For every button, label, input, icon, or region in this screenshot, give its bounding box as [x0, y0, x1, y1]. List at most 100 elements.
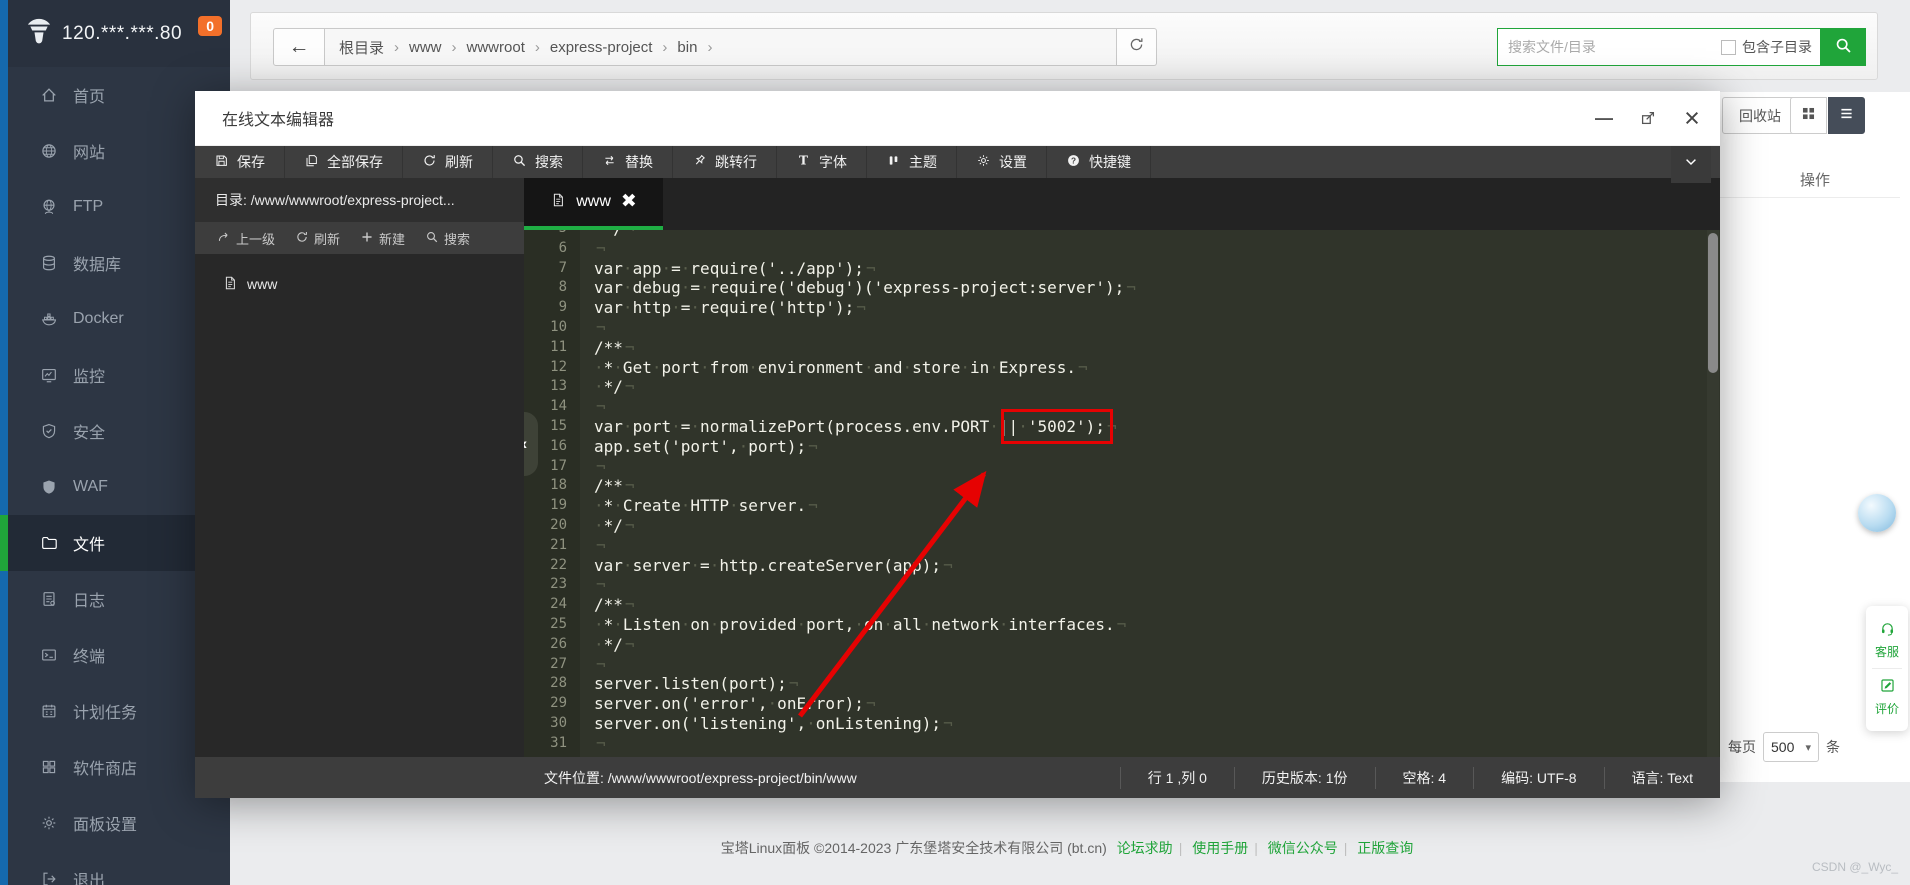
toolbar-button-label: 字体 [819, 154, 847, 170]
breadcrumb-item[interactable]: 根目录 [339, 37, 384, 58]
code-line: 9 var·http·=·require('http'); ¬ [558, 298, 866, 318]
svg-text:?: ? [1071, 157, 1076, 166]
divider [1872, 668, 1902, 669]
breadcrumb-item[interactable]: express-project [550, 39, 653, 56]
sidebar-item-label: Docker [73, 310, 124, 327]
status-file-location: 文件位置: /www/wwwroot/express-project/bin/w… [544, 769, 857, 786]
toolbar-button-icon: ? [1066, 153, 1081, 171]
tree-action-button[interactable]: 刷新 [287, 229, 348, 248]
toolbar-button[interactable]: 全部保存 [285, 146, 403, 178]
window-controls: — × [1592, 105, 1704, 132]
per-page-select[interactable]: 500 ▾ [1763, 732, 1819, 762]
sidebar-item-label: 日志 [73, 593, 106, 610]
per-page-label: 每页 [1728, 739, 1756, 755]
footer-link[interactable]: 使用手册 [1192, 840, 1248, 856]
toolbar-button-label: 替换 [625, 154, 653, 170]
toolbar-button[interactable]: 设置 [957, 146, 1047, 178]
back-button[interactable]: ← [273, 28, 325, 66]
sidebar-item-icon [40, 646, 58, 664]
code-line: 13 ·*/¬ [550, 377, 635, 397]
search-input[interactable] [1498, 30, 1688, 64]
code-line: 22 var·server·=·http.createServer(app); ¬ [550, 555, 953, 575]
scrollbar-thumb[interactable] [1708, 233, 1718, 373]
sidebar-item-icon [40, 870, 58, 885]
sidebar-item-label: 面板设置 [73, 817, 138, 834]
customer-service-button[interactable]: 客服 [1866, 614, 1908, 666]
code-line: 21 ¬ [550, 535, 606, 555]
chevron-right-icon: › [451, 38, 457, 56]
breadcrumb-item[interactable]: bin [677, 39, 697, 56]
per-page-value: 500 [1771, 739, 1795, 755]
breadcrumb-item[interactable]: www [409, 39, 442, 56]
current-directory: 目录: /www/wwwroot/express-project... [195, 178, 524, 222]
code-line: 5·*/¬ [524, 230, 1720, 239]
toolbar-button[interactable]: 保存 [195, 146, 285, 178]
chevron-right-icon: › [534, 38, 540, 56]
toolbar-button[interactable]: 搜索 [493, 146, 583, 178]
toolbar-button[interactable]: ? 快捷键 [1047, 146, 1151, 178]
pagination-size: 每页 500 ▾ 条 [1728, 732, 1840, 762]
footer-link[interactable]: 正版查询 [1357, 840, 1413, 856]
tree-action-button[interactable]: 新建 [352, 229, 413, 248]
code-lines: 5·*/¬6¬7var·app·=·require('../app');¬8va… [524, 230, 1720, 754]
sidebar-item-icon [40, 366, 58, 384]
collapse-toolbar-button[interactable] [1671, 146, 1711, 183]
include-subdir: 包含子目录 [1721, 29, 1812, 65]
list-view-icon [1838, 105, 1855, 127]
subdir-checkbox[interactable] [1721, 39, 1736, 55]
chevron-right-icon: › [662, 38, 668, 56]
sidebar-item-label: 文件 [73, 537, 106, 554]
footer-link[interactable]: 论坛求助 [1117, 840, 1173, 856]
back-arrow-icon: ← [288, 35, 310, 58]
search-icon [1834, 36, 1853, 58]
toolbar-button-label: 跳转行 [715, 154, 757, 170]
search-box: 包含子目录 [1497, 28, 1821, 66]
tab-close-icon[interactable]: ✖ [621, 192, 637, 211]
editor-tab-www[interactable]: www ✖ [524, 178, 663, 230]
code-editor[interactable]: 5·*/¬6¬7var·app·=·require('../app');¬8va… [524, 230, 1720, 757]
toolbar-button[interactable]: T 字体 [777, 146, 867, 178]
breadcrumb-item[interactable]: wwwroot [467, 39, 525, 56]
status-encoding[interactable]: 编码: UTF-8 [1473, 766, 1603, 789]
tree-action-label: 上一级 [236, 231, 276, 247]
tree-action-icon [425, 230, 439, 247]
toolbar-button-icon [692, 153, 707, 171]
tree-action-button[interactable]: 搜索 [417, 229, 478, 248]
toolbar-button[interactable]: 刷新 [403, 146, 493, 178]
tree-action-button[interactable]: 上一级 [209, 229, 283, 248]
sidebar-item-icon [40, 478, 58, 496]
toolbar-button[interactable]: 替换 [583, 146, 673, 178]
code-line: 11/** ¬ [550, 337, 635, 357]
toolbar-button-icon [602, 153, 617, 171]
toolbar-button[interactable]: 主题 [867, 146, 957, 178]
sidebar-item[interactable]: 退出 [8, 851, 230, 885]
search-button[interactable] [1821, 28, 1866, 66]
feedback-button[interactable]: 评价 [1866, 671, 1908, 723]
list-view-button[interactable] [1828, 97, 1865, 134]
footer-link[interactable]: 微信公众号 [1268, 840, 1338, 856]
status-history-versions[interactable]: 历史版本: 1份 [1233, 766, 1375, 789]
close-icon[interactable]: × [1680, 105, 1704, 132]
tree-action-icon [295, 230, 309, 247]
maximize-icon[interactable] [1636, 106, 1660, 130]
editor-scrollbar[interactable] [1707, 230, 1719, 757]
notification-badge[interactable]: 0 [198, 16, 222, 36]
code-line: 20 ·*/¬ [550, 515, 635, 535]
refresh-dir-button[interactable] [1117, 28, 1157, 66]
grid-view-button[interactable] [1790, 97, 1827, 134]
sidebar-item[interactable]: 面板设置 [8, 795, 230, 851]
assistant-bubble[interactable] [1858, 494, 1896, 532]
sidebar-item-label: 软件商店 [73, 761, 138, 778]
editor-status-bar: 文件位置: /www/wwwroot/express-project/bin/w… [195, 757, 1720, 798]
sidebar-item-label: 首页 [73, 89, 106, 106]
status-language[interactable]: 语言: Text [1603, 766, 1720, 789]
code-line: 8 var·debug·=·require('debug')('express-p… [558, 278, 1136, 298]
status-spaces[interactable]: 空格: 4 [1374, 766, 1474, 789]
panel-collapse-handle[interactable]: ‹ [524, 412, 538, 476]
toolbar-button-icon [886, 153, 901, 171]
toolbar-button[interactable]: 跳转行 [673, 146, 777, 178]
action-column-header: 操作 [1720, 162, 1900, 198]
minimize-icon[interactable]: — [1592, 106, 1616, 130]
file-tree-item[interactable]: www [195, 268, 524, 300]
recycle-bin-button[interactable]: 回收站 [1722, 97, 1798, 134]
